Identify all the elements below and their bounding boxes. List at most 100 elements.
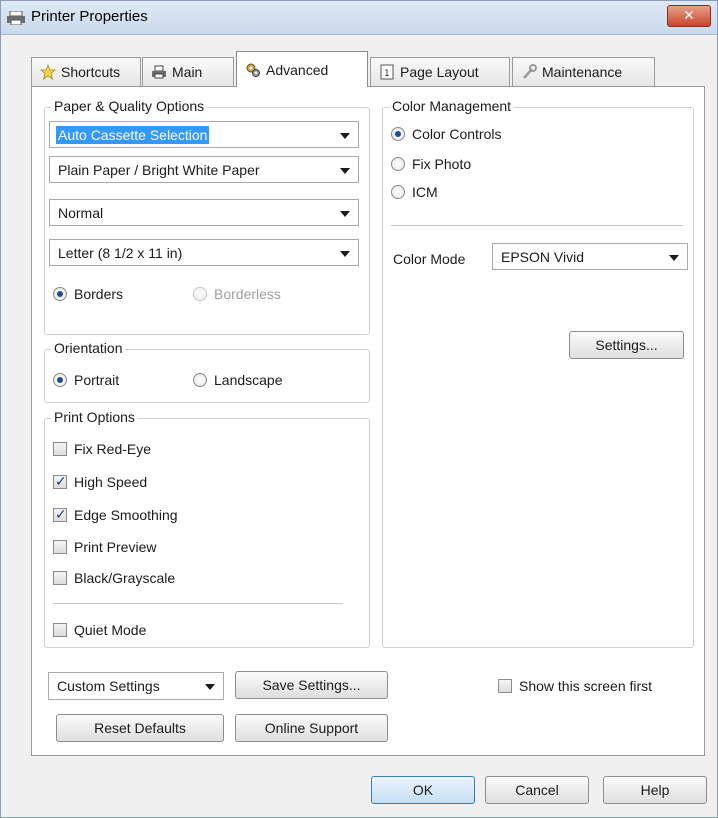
portrait-radio[interactable]: Portrait	[53, 372, 119, 388]
radio-selected-icon	[391, 127, 405, 141]
advanced-panel: Paper & Quality Options Auto Cassette Se…	[31, 86, 705, 756]
radio-selected-icon	[53, 287, 67, 301]
checkbox-label: Show this screen first	[519, 678, 653, 694]
online-support-button[interactable]: Online Support	[235, 714, 388, 742]
radio-selected-icon	[53, 373, 67, 387]
tab-label: Advanced	[266, 61, 329, 78]
help-button[interactable]: Help	[603, 776, 707, 804]
printer-icon	[7, 11, 25, 25]
borderless-radio[interactable]: Borderless	[193, 286, 281, 302]
edge-smoothing-checkbox[interactable]: Edge Smoothing	[53, 506, 178, 523]
tab-main[interactable]: Main	[142, 57, 234, 86]
cancel-button[interactable]: Cancel	[485, 776, 589, 804]
checkbox-icon	[53, 571, 67, 585]
chevron-down-icon	[340, 251, 350, 257]
paper-source-dropdown[interactable]: Auto Cassette Selection	[49, 121, 359, 148]
printer-properties-window: Printer Properties ✕ Shortcuts Main Adva…	[0, 0, 718, 818]
chevron-down-icon	[205, 684, 215, 690]
dropdown-value: Custom Settings	[57, 678, 160, 694]
checkbox-label: Fix Red-Eye	[74, 441, 152, 457]
radio-label: Borders	[74, 286, 124, 302]
chevron-down-icon	[340, 168, 350, 174]
checkbox-icon	[53, 442, 67, 456]
group-label: Orientation	[51, 340, 126, 356]
checkbox-label: Print Preview	[74, 539, 157, 555]
quality-dropdown[interactable]: Normal	[49, 199, 359, 226]
star-icon	[40, 64, 56, 80]
dropdown-value: Plain Paper / Bright White Paper	[58, 162, 260, 178]
settings-button[interactable]: Settings...	[569, 331, 684, 359]
orientation-group: Orientation Portrait Landscape	[44, 340, 370, 403]
svg-text:1: 1	[384, 69, 390, 79]
tab-label: Main	[172, 64, 203, 80]
chevron-down-icon	[340, 211, 350, 217]
checkbox-icon	[498, 679, 512, 693]
radio-icon	[193, 373, 207, 387]
group-label: Print Options	[51, 409, 138, 425]
fix-photo-radio[interactable]: Fix Photo	[391, 156, 471, 172]
reset-defaults-button[interactable]: Reset Defaults	[56, 714, 224, 742]
radio-label: Portrait	[74, 372, 120, 388]
save-settings-button[interactable]: Save Settings...	[235, 671, 388, 699]
black-grayscale-checkbox[interactable]: Black/Grayscale	[53, 570, 175, 586]
show-screen-first-checkbox[interactable]: Show this screen first	[498, 678, 652, 694]
print-options-group: Print Options Fix Red-Eye High Speed Edg…	[44, 409, 370, 648]
tab-maintenance[interactable]: Maintenance	[512, 57, 655, 86]
tab-advanced[interactable]: Advanced	[236, 51, 368, 87]
dropdown-value: Auto Cassette Selection	[56, 126, 210, 144]
separator	[53, 603, 343, 604]
fix-red-eye-checkbox[interactable]: Fix Red-Eye	[53, 441, 151, 457]
radio-label: Landscape	[214, 372, 283, 388]
paper-type-dropdown[interactable]: Plain Paper / Bright White Paper	[49, 156, 359, 183]
tab-label: Maintenance	[542, 64, 623, 80]
high-speed-checkbox[interactable]: High Speed	[53, 473, 148, 490]
paper-size-dropdown[interactable]: Letter (8 1/2 x 11 in)	[49, 239, 359, 266]
radio-label: Fix Photo	[412, 156, 472, 172]
wrench-icon	[523, 64, 537, 79]
title-bar[interactable]: Printer Properties ✕	[1, 1, 717, 35]
icm-radio[interactable]: ICM	[391, 184, 438, 200]
tab-page-layout[interactable]: 1 Page Layout	[370, 57, 510, 86]
tab-label: Page Layout	[400, 64, 479, 80]
radio-label: Borderless	[214, 286, 281, 302]
close-button[interactable]: ✕	[667, 5, 711, 27]
printer-icon	[152, 65, 166, 79]
gears-icon	[246, 63, 260, 77]
radio-icon	[391, 157, 405, 171]
window-title: Printer Properties	[31, 8, 148, 25]
dropdown-value: Normal	[58, 205, 104, 221]
dropdown-value: EPSON Vivid	[501, 249, 584, 265]
color-management-group: Color Management Color Controls Fix Phot…	[382, 98, 694, 648]
checkbox-label: High Speed	[74, 474, 148, 490]
radio-label: ICM	[412, 184, 438, 200]
page-icon: 1	[380, 64, 394, 80]
color-controls-radio[interactable]: Color Controls	[391, 126, 501, 142]
landscape-radio[interactable]: Landscape	[193, 372, 283, 388]
chevron-down-icon	[669, 255, 679, 261]
tab-label: Shortcuts	[61, 64, 121, 80]
separator	[391, 225, 683, 226]
quiet-mode-checkbox[interactable]: Quiet Mode	[53, 622, 146, 638]
radio-icon	[391, 185, 405, 199]
dropdown-value: Letter (8 1/2 x 11 in)	[58, 245, 183, 261]
borders-radio[interactable]: Borders	[53, 286, 123, 302]
chevron-down-icon	[340, 133, 350, 139]
radio-icon	[193, 287, 207, 301]
checkbox-checked-icon	[53, 506, 67, 523]
checkbox-icon	[53, 540, 67, 554]
checkbox-label: Black/Grayscale	[74, 570, 176, 586]
checkbox-checked-icon	[53, 473, 67, 490]
ok-button[interactable]: OK	[371, 776, 475, 804]
radio-label: Color Controls	[412, 126, 502, 142]
color-mode-dropdown[interactable]: EPSON Vivid	[492, 243, 688, 270]
group-label: Paper & Quality Options	[51, 98, 208, 114]
tab-shortcuts[interactable]: Shortcuts	[31, 57, 141, 86]
checkbox-icon	[53, 623, 67, 637]
group-label: Color Management	[389, 98, 515, 114]
checkbox-label: Edge Smoothing	[74, 507, 178, 523]
color-mode-label: Color Mode	[393, 251, 466, 267]
paper-quality-group: Paper & Quality Options Auto Cassette Se…	[44, 98, 370, 335]
custom-settings-dropdown[interactable]: Custom Settings	[48, 672, 224, 700]
checkbox-label: Quiet Mode	[74, 622, 147, 638]
print-preview-checkbox[interactable]: Print Preview	[53, 539, 156, 555]
